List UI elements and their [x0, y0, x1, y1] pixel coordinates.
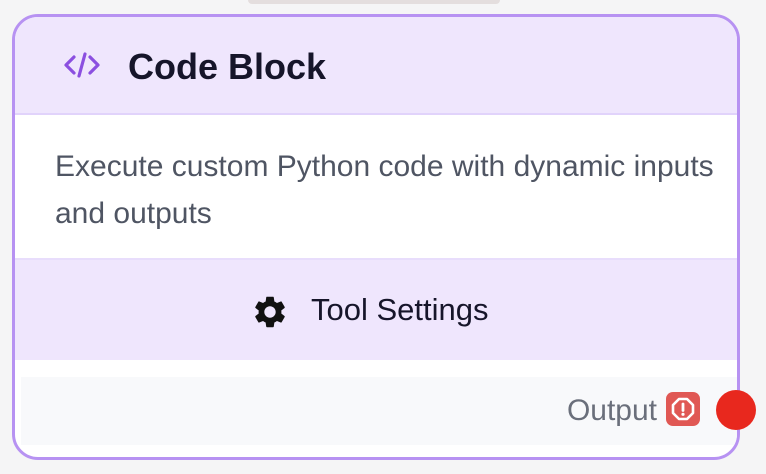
node-header[interactable]: Code Block	[15, 17, 737, 115]
node-description: Execute custom Python code with dynamic …	[55, 150, 714, 230]
warning-icon[interactable]	[666, 392, 700, 426]
output-row: Output	[21, 377, 737, 445]
tool-settings-button[interactable]: Tool Settings	[15, 258, 737, 360]
output-label: Output	[566, 394, 657, 427]
code-icon	[64, 52, 100, 78]
adjacent-node-edge	[248, 0, 500, 4]
output-handle[interactable]	[716, 390, 756, 430]
gear-icon	[255, 296, 285, 328]
tool-settings-label: Tool Settings	[311, 292, 489, 327]
node-title: Code Block	[128, 46, 327, 87]
code-block-node[interactable]: Code Block Execute custom Python code wi…	[12, 14, 740, 460]
